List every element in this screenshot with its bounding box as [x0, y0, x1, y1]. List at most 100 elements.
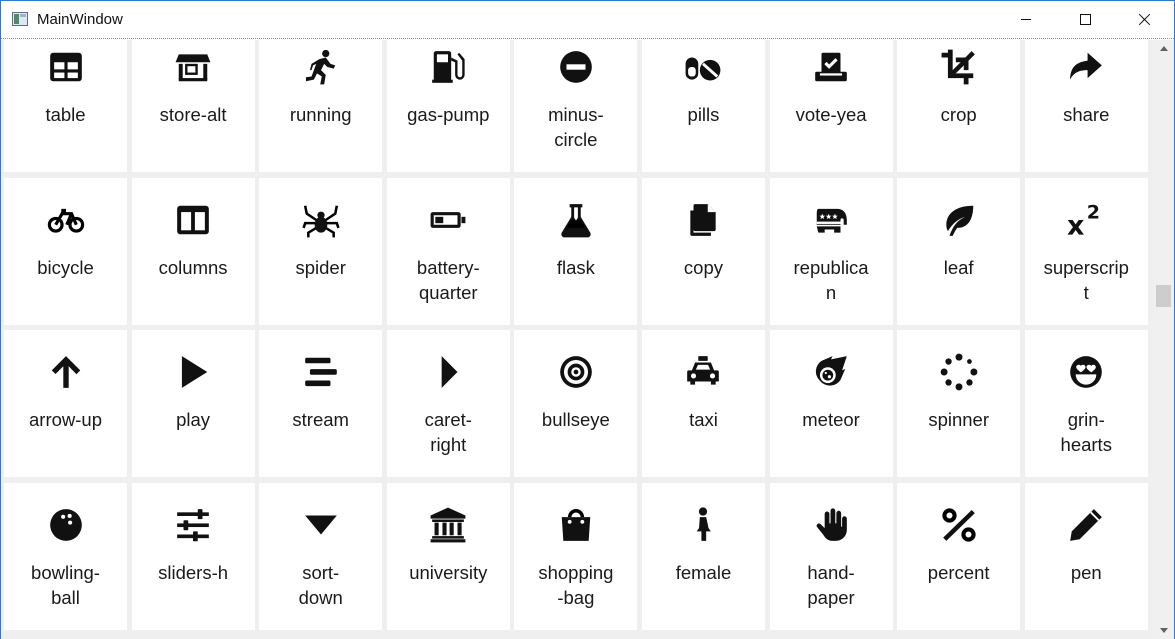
scroll-up-button[interactable]	[1153, 40, 1174, 57]
icon-tile-university[interactable]: university	[386, 482, 510, 630]
icon-label: crop	[940, 104, 977, 125]
arrow-down-icon	[1159, 628, 1168, 633]
grin-hearts-icon	[1066, 352, 1106, 392]
close-icon	[1138, 13, 1151, 26]
maximize-icon	[1079, 14, 1091, 25]
scroll-down-button[interactable]	[1153, 622, 1174, 639]
icon-tile-bowling-ball[interactable]: bowling- ball	[4, 482, 127, 630]
icon-label: running	[289, 104, 352, 125]
icon-label: spinner	[928, 409, 989, 430]
arrow-up-icon	[1159, 46, 1168, 51]
icon-tile-leaf[interactable]: leaf	[897, 177, 1021, 325]
female-icon	[683, 505, 723, 545]
icon-tile-sliders-h[interactable]: sliders-h	[131, 482, 255, 630]
app-icon	[12, 12, 28, 26]
vote-yea-icon	[811, 47, 851, 87]
icon-tile-columns[interactable]: columns	[131, 177, 255, 325]
icon-tile-copy[interactable]: copy	[641, 177, 765, 325]
icon-tile-republican[interactable]: republica n	[769, 177, 893, 325]
svg-text:2: 2	[1087, 201, 1100, 223]
icon-label: battery- quarter	[416, 256, 480, 303]
icon-tile-taxi[interactable]: taxi	[641, 330, 765, 477]
icon-tile-play[interactable]: play	[131, 330, 255, 477]
icon-tile-percent[interactable]: percent	[897, 482, 1021, 630]
icon-tile-minus-circle[interactable]: minus- circle	[514, 40, 638, 172]
shopping-bag-icon	[556, 505, 596, 545]
icon-tile-arrow-up[interactable]: arrow-up	[4, 330, 127, 477]
icon-tile-stream[interactable]: stream	[259, 330, 383, 477]
icon-tile-vote-yea[interactable]: vote-yea	[769, 40, 893, 172]
icon-tile-spider[interactable]: spider	[259, 177, 383, 325]
close-button[interactable]	[1115, 1, 1173, 38]
spinner-icon	[939, 352, 979, 392]
icon-label: sort- down	[298, 561, 343, 608]
icon-tile-crop[interactable]: crop	[897, 40, 1021, 172]
icon-tile-pills[interactable]: pills	[641, 40, 765, 172]
icon-label: caret- right	[424, 409, 472, 455]
leaf-icon	[939, 200, 979, 240]
minimize-icon	[1021, 19, 1031, 20]
icon-label: bullseye	[541, 409, 610, 430]
bullseye-icon	[556, 352, 596, 392]
svg-text:x: x	[1067, 210, 1084, 239]
minimize-button[interactable]	[997, 1, 1055, 38]
icon-tile-flask[interactable]: flask	[514, 177, 638, 325]
icon-tile-battery-quarter[interactable]: battery- quarter	[386, 177, 510, 325]
icon-tile-shopping-bag[interactable]: shopping -bag	[514, 482, 638, 630]
icon-label: leaf	[943, 256, 974, 278]
icon-tile-table[interactable]: table	[4, 40, 127, 172]
icon-label: gas-pump	[407, 104, 490, 125]
icon-gallery: table store-alt running gas-pump minus- circ…	[1, 40, 1153, 639]
icon-tile-share[interactable]: share	[1024, 40, 1148, 172]
share-icon	[1066, 47, 1106, 87]
icon-label: copy	[683, 256, 723, 278]
arrow-up-icon	[46, 352, 86, 392]
icon-tile-pen[interactable]: pen	[1024, 482, 1148, 630]
icon-label: vote-yea	[795, 104, 867, 125]
icon-tile-sort-down[interactable]: sort- down	[259, 482, 383, 630]
sort-down-icon	[301, 505, 341, 545]
icon-label: superscrip t	[1043, 256, 1129, 303]
icon-tile-female[interactable]: female	[641, 482, 765, 630]
icon-tile-spinner[interactable]: spinner	[897, 330, 1021, 477]
icon-tile-running[interactable]: running	[259, 40, 383, 172]
minus-circle-icon	[556, 47, 596, 87]
icon-label: taxi	[689, 409, 718, 430]
flask-icon	[556, 200, 596, 240]
icon-tile-gas-pump[interactable]: gas-pump	[386, 40, 510, 172]
icon-tile-bullseye[interactable]: bullseye	[514, 330, 638, 477]
icon-tile-grin-hearts[interactable]: grin- hearts	[1024, 330, 1148, 477]
icon-label: pills	[687, 104, 720, 125]
title-bar[interactable]: MainWindow	[1, 1, 1174, 39]
percent-icon	[939, 505, 979, 545]
icon-label: stream	[292, 409, 349, 430]
icon-label: bicycle	[37, 256, 94, 278]
caret-right-icon	[428, 352, 468, 392]
stream-icon	[301, 352, 341, 392]
spider-icon	[301, 200, 341, 240]
maximize-button[interactable]	[1056, 1, 1114, 38]
bicycle-icon	[46, 200, 86, 240]
icon-tile-store-alt[interactable]: store-alt	[131, 40, 255, 172]
icon-tile-superscript[interactable]: x 2 superscrip t	[1024, 177, 1148, 325]
icon-tile-bicycle[interactable]: bicycle	[4, 177, 127, 325]
pen-icon	[1066, 505, 1106, 545]
icon-label: meteor	[802, 409, 860, 430]
icon-label: flask	[556, 256, 595, 278]
icon-label: pen	[1070, 561, 1102, 583]
icon-tile-hand-paper[interactable]: hand- paper	[769, 482, 893, 630]
vertical-scrollbar[interactable]	[1153, 40, 1174, 639]
bowling-ball-icon	[46, 505, 86, 545]
icon-label: grin- hearts	[1060, 409, 1112, 455]
crop-icon	[939, 47, 979, 87]
meteor-icon	[811, 352, 851, 392]
sliders-h-icon	[173, 505, 213, 545]
icon-label: university	[409, 561, 488, 583]
icon-label: republica n	[793, 256, 869, 303]
scrollbar-thumb[interactable]	[1156, 285, 1171, 307]
gas-pump-icon	[428, 47, 468, 87]
icon-label: play	[176, 409, 211, 430]
icon-tile-caret-right[interactable]: caret- right	[386, 330, 510, 477]
icon-label: table	[45, 104, 86, 125]
icon-tile-meteor[interactable]: meteor	[769, 330, 893, 477]
